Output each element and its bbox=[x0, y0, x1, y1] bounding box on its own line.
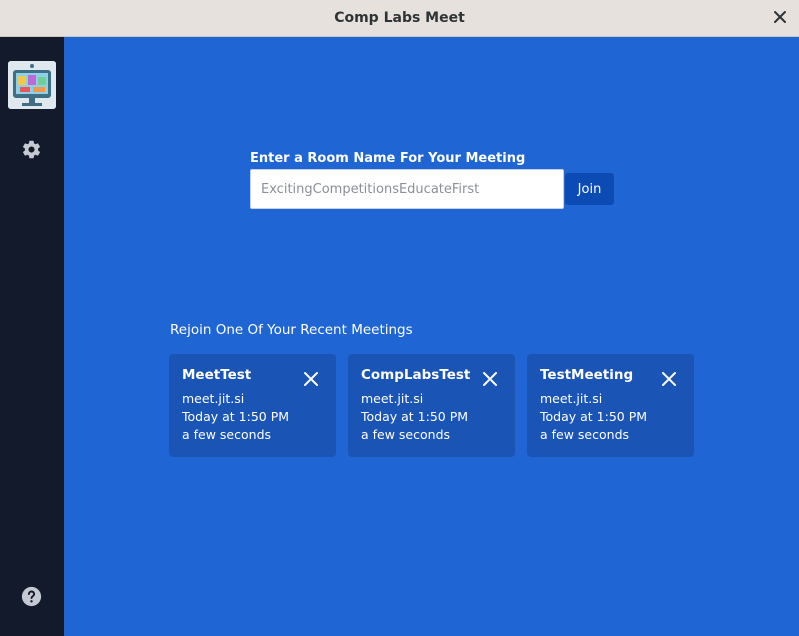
remove-meeting-icon[interactable] bbox=[303, 371, 319, 387]
meeting-server: meet.jit.si bbox=[182, 391, 245, 406]
meeting-date: Today at 1:50 PM bbox=[540, 409, 648, 424]
meeting-date: Today at 1:50 PM bbox=[182, 409, 290, 424]
meeting-duration: a few seconds bbox=[361, 427, 451, 442]
meeting-name: CompLabsTest bbox=[361, 367, 471, 383]
room-name-input[interactable] bbox=[250, 169, 564, 209]
join-button[interactable]: Join bbox=[565, 173, 614, 205]
meeting-duration: a few seconds bbox=[182, 427, 272, 442]
close-icon[interactable] bbox=[773, 10, 787, 24]
window-title: Comp Labs Meet bbox=[334, 10, 465, 26]
room-name-label: Enter a Room Name For Your Meeting bbox=[250, 151, 526, 166]
sidebar bbox=[0, 37, 64, 636]
meeting-name: MeetTest bbox=[182, 367, 252, 383]
remove-meeting-icon[interactable] bbox=[661, 371, 677, 387]
logo-image bbox=[8, 61, 56, 109]
title-bar: Comp Labs Meet bbox=[0, 0, 799, 37]
meeting-duration: a few seconds bbox=[540, 427, 630, 442]
meeting-date: Today at 1:50 PM bbox=[361, 409, 469, 424]
remove-meeting-icon[interactable] bbox=[482, 371, 498, 387]
meeting-name: TestMeeting bbox=[540, 367, 634, 383]
gear-icon[interactable] bbox=[21, 139, 42, 160]
main-panel: Enter a Room Name For Your Meeting Join … bbox=[64, 37, 799, 636]
meeting-card[interactable]: MeetTest meet.jit.si Today at 1:50 PM a … bbox=[169, 354, 336, 457]
meeting-server: meet.jit.si bbox=[540, 391, 603, 406]
app-logo[interactable] bbox=[8, 61, 56, 109]
recent-meetings-label: Rejoin One Of Your Recent Meetings bbox=[170, 322, 413, 338]
help-icon[interactable] bbox=[21, 586, 42, 607]
meeting-card[interactable]: CompLabsTest meet.jit.si Today at 1:50 P… bbox=[348, 354, 515, 457]
meeting-server: meet.jit.si bbox=[361, 391, 424, 406]
meeting-card[interactable]: TestMeeting meet.jit.si Today at 1:50 PM… bbox=[527, 354, 694, 457]
